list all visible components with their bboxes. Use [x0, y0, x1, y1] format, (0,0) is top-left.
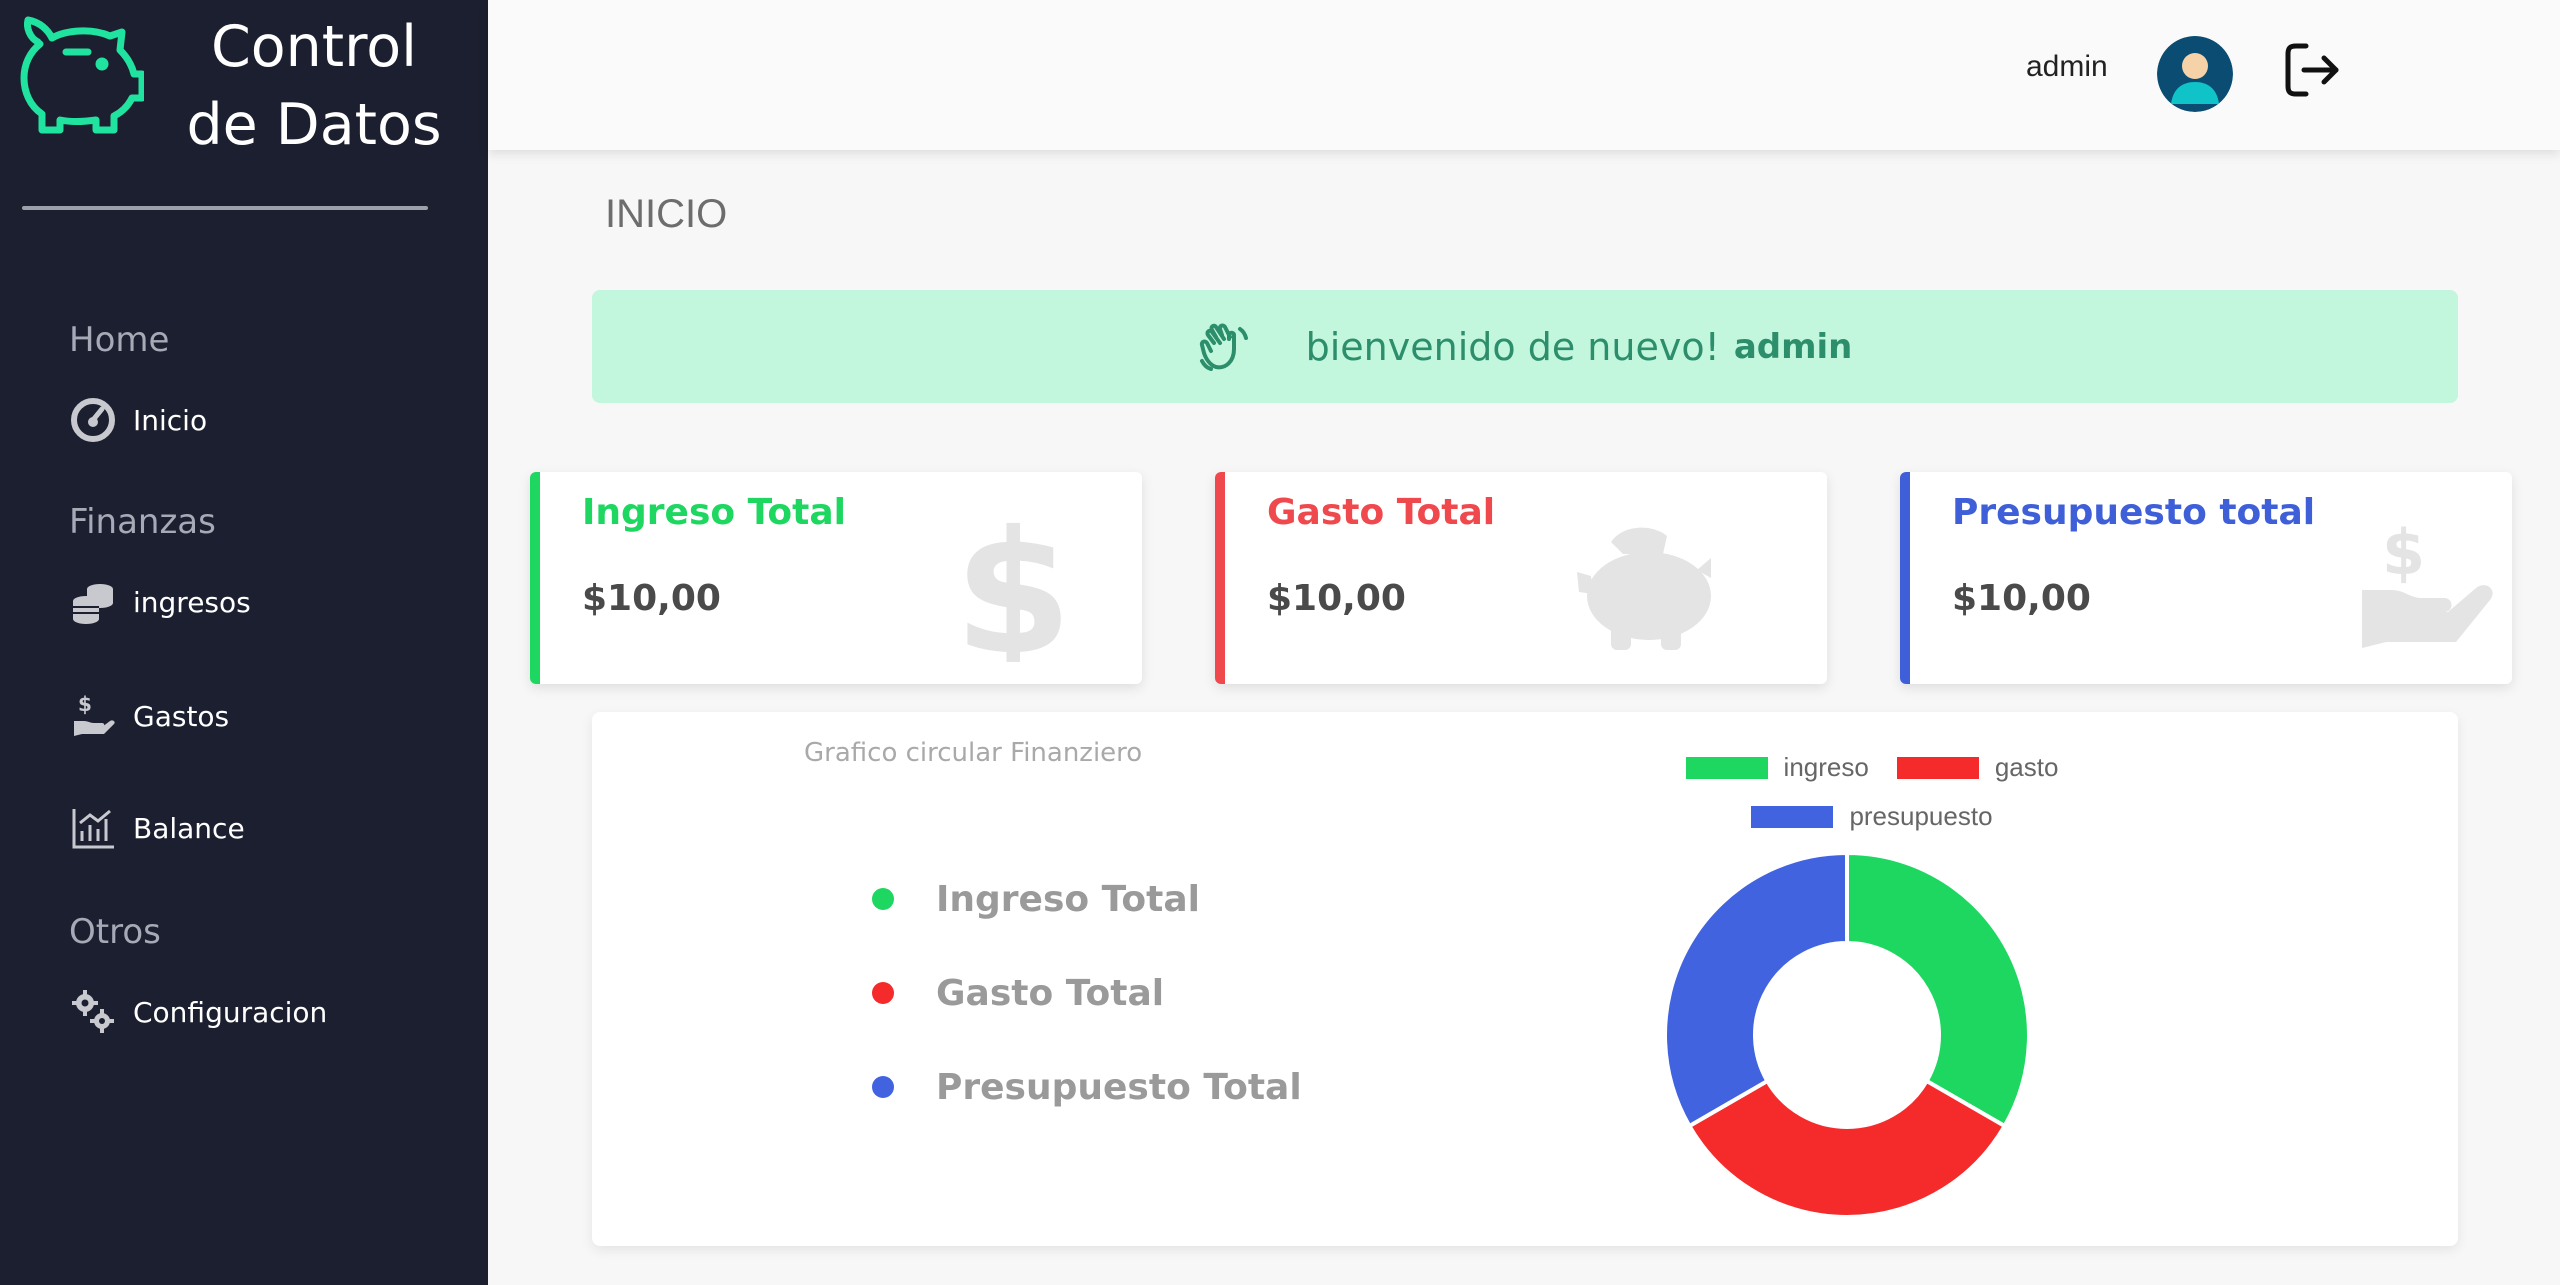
svg-text:$: $ — [2382, 516, 2425, 589]
sidebar-item-label: Configuracion — [133, 995, 328, 1029]
piggy-bank-logo-icon — [20, 16, 144, 134]
donut-slice-gasto[interactable] — [1686, 1078, 2008, 1219]
sidebar-item-balance[interactable]: Balance — [69, 800, 245, 856]
nav-section-home: Home — [69, 320, 170, 360]
legend-swatch — [1896, 756, 1979, 779]
brand-divider — [22, 206, 428, 210]
card-title: Ingreso Total — [582, 492, 847, 533]
card-ingreso-total: Ingreso Total $10,00 $ — [530, 472, 1142, 684]
hand-dollar-icon: $ — [2362, 516, 2493, 648]
card-accent-bar — [1900, 472, 1910, 684]
page-title: INICIO — [605, 192, 728, 236]
donut-slice-ingreso[interactable] — [1845, 850, 2031, 1129]
sidebar-item-label: ingresos — [133, 585, 251, 619]
legend-item-ingreso: Ingreso Total — [872, 852, 1302, 946]
donut-legend: ingreso gasto presupuesto — [1662, 752, 2082, 850]
sidebar-item-label: Inicio — [133, 403, 208, 437]
donut-legend-item-presupuesto[interactable]: presupuesto — [1751, 801, 1993, 832]
legend-label: gasto — [1994, 752, 2059, 782]
donut-legend-item-gasto[interactable]: gasto — [1896, 752, 2059, 783]
welcome-banner: bienvenido de nuevo! admin — [592, 290, 2458, 403]
summary-legend-list: Ingreso Total Gasto Total Presupuesto To… — [872, 852, 1302, 1134]
sidebar-item-label: Gastos — [133, 699, 230, 733]
sidebar-item-label: Balance — [133, 811, 245, 845]
card-gasto-total: Gasto Total $10,00 — [1215, 472, 1827, 684]
card-value: $10,00 — [1267, 578, 1406, 619]
bar-chart-icon — [69, 804, 117, 852]
legend-label: Presupuesto Total — [936, 1066, 1302, 1108]
welcome-text: bienvenido de nuevo! — [1305, 324, 1720, 369]
legend-swatch — [1751, 805, 1834, 828]
dashboard-gauge-icon — [69, 396, 117, 444]
donut-slice-presupuesto[interactable] — [1663, 850, 1849, 1129]
chart-title: Grafico circular Finanziero — [804, 738, 1143, 768]
card-title: Presupuesto total — [1952, 492, 2316, 533]
nav-section-otros: Otros — [69, 912, 161, 952]
card-value: $10,00 — [582, 578, 721, 619]
sidebar-item-inicio[interactable]: Inicio — [69, 392, 207, 448]
coins-stack-icon — [69, 578, 117, 626]
card-accent-bar — [530, 472, 540, 684]
svg-text:$: $ — [954, 512, 1072, 662]
legend-item-gasto: Gasto Total — [872, 946, 1302, 1040]
username-label[interactable]: admin — [2026, 50, 2108, 84]
legend-label: ingreso — [1783, 752, 1869, 782]
legend-item-presupuesto: Presupuesto Total — [872, 1040, 1302, 1134]
dollar-icon: $ — [954, 512, 1072, 662]
legend-label: presupuesto — [1849, 801, 1993, 831]
donut-chart — [1663, 850, 2031, 1219]
legend-dot-icon — [872, 982, 894, 1004]
card-value: $10,00 — [1952, 578, 2091, 619]
sidebar: Control de Datos Home Inicio Finanzas in… — [0, 0, 488, 1285]
topbar — [488, 0, 2560, 150]
sidebar-item-configuracion[interactable]: Configuracion — [69, 984, 327, 1040]
card-presupuesto-total: Presupuesto total $10,00 $ — [1900, 472, 2512, 684]
card-accent-bar — [1215, 472, 1225, 684]
sidebar-item-ingresos[interactable]: ingresos — [69, 574, 251, 630]
legend-dot-icon — [872, 1076, 894, 1098]
legend-dot-icon — [872, 888, 894, 910]
hand-dollar-icon: $ — [69, 692, 117, 740]
waving-hand-icon — [1199, 323, 1248, 371]
nav-section-finanzas: Finanzas — [69, 502, 216, 542]
user-avatar-icon[interactable] — [2157, 36, 2233, 112]
piggy-bank-icon — [1577, 527, 1711, 650]
welcome-user: admin — [1733, 326, 1853, 367]
gears-icon — [69, 988, 117, 1036]
card-title: Gasto Total — [1267, 492, 1496, 533]
legend-label: Ingreso Total — [936, 878, 1201, 920]
chart-panel: Grafico circular Finanziero Ingreso Tota… — [592, 712, 2458, 1246]
legend-swatch — [1685, 756, 1768, 779]
brand-title: Control de Datos — [186, 14, 442, 158]
sidebar-item-gastos[interactable]: $ Gastos — [69, 688, 229, 744]
legend-label: Gasto Total — [936, 972, 1165, 1014]
logout-icon[interactable] — [2280, 38, 2344, 102]
svg-text:$: $ — [78, 693, 92, 716]
donut-legend-item-ingreso[interactable]: ingreso — [1685, 752, 1869, 783]
